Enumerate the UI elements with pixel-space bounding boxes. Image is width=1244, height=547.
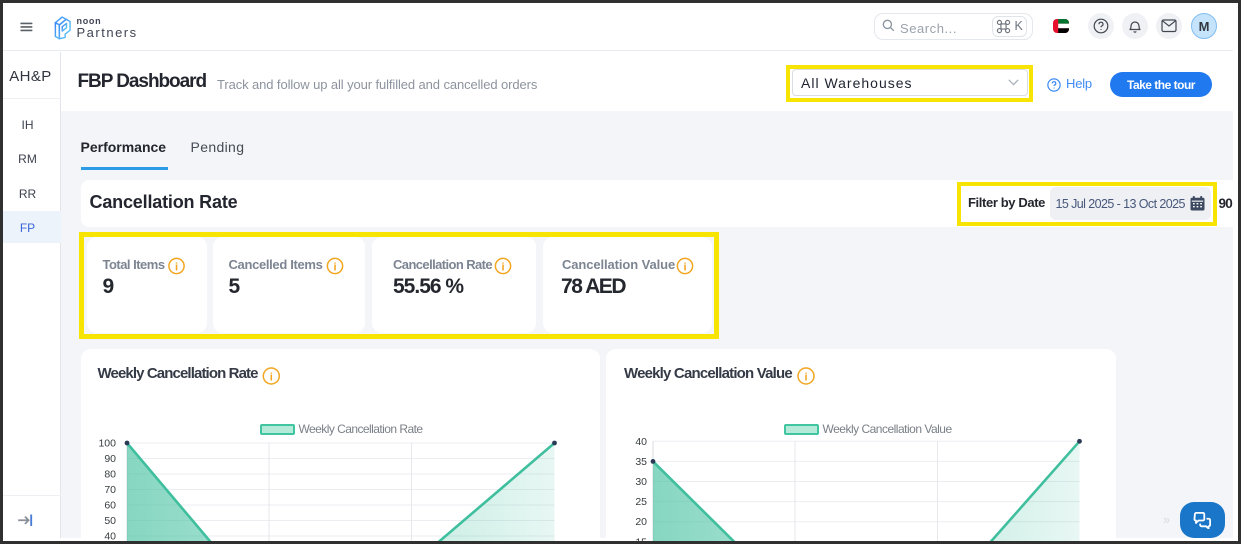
svg-text:i: i bbox=[175, 262, 178, 274]
svg-text:i: i bbox=[270, 372, 273, 384]
svg-text:i: i bbox=[501, 262, 504, 274]
svg-text:i: i bbox=[683, 262, 686, 274]
svg-text:i: i bbox=[804, 372, 807, 384]
svg-text:i: i bbox=[333, 262, 336, 274]
